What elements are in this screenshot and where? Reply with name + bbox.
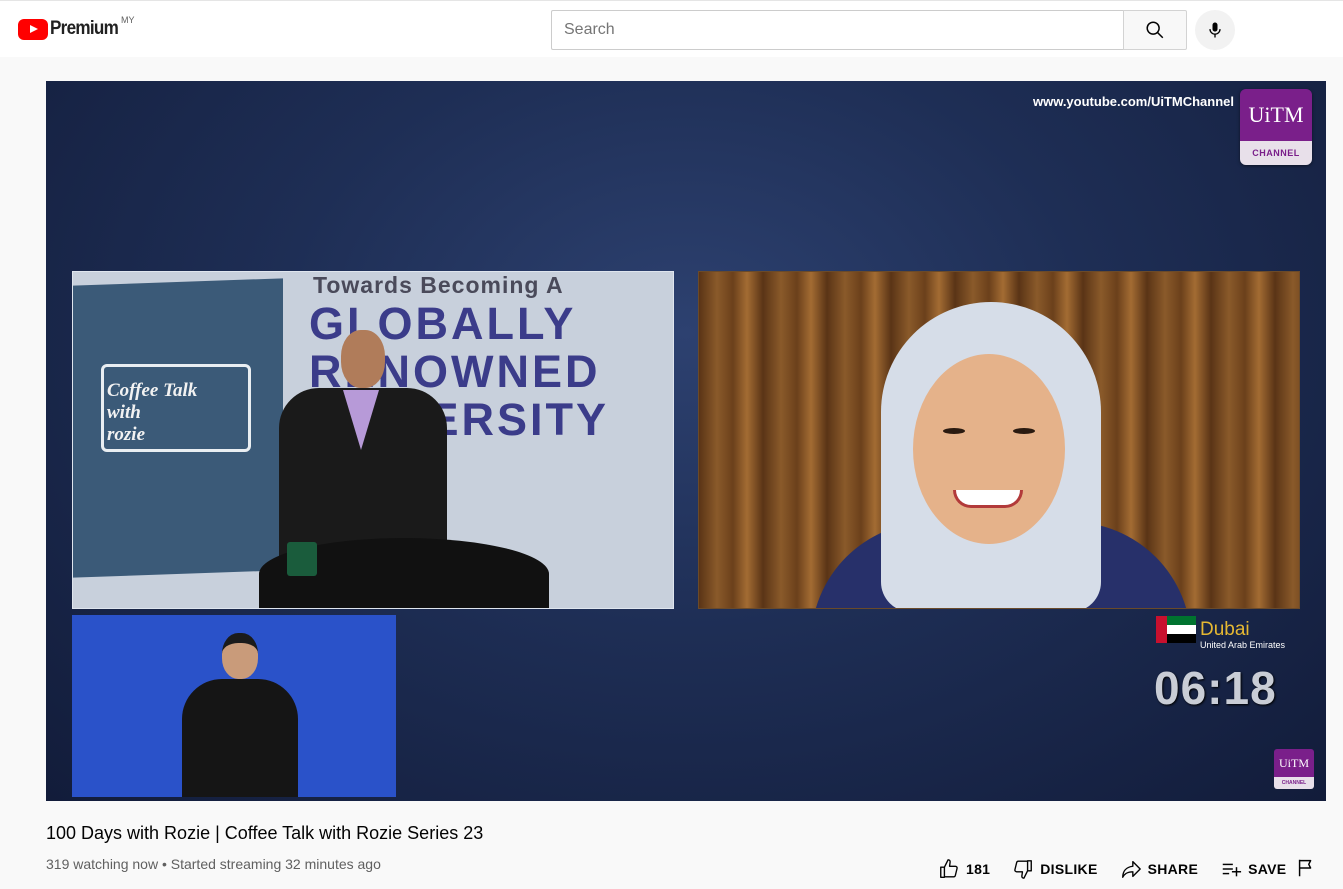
like-count: 181 xyxy=(966,861,991,877)
playlist-add-icon xyxy=(1222,863,1242,877)
youtube-premium-logo[interactable]: Premium xyxy=(18,17,126,41)
search-icon xyxy=(1146,21,1164,39)
guest-face xyxy=(913,354,1065,544)
watermark-text: UiTM xyxy=(1274,749,1314,777)
microphone-icon xyxy=(1209,22,1221,38)
guest-eyes xyxy=(943,428,1035,436)
dislike-label: DISLIKE xyxy=(1040,861,1098,877)
location-country: United Arab Emirates xyxy=(1200,640,1286,650)
interpreter-head xyxy=(222,633,258,679)
uae-flag-icon xyxy=(1156,616,1196,643)
thumbs-up-icon xyxy=(940,859,958,878)
dislike-button[interactable]: DISLIKE xyxy=(1004,853,1105,885)
uitm-watermark-logo: UiTM CHANNEL xyxy=(1274,749,1314,789)
search-button[interactable] xyxy=(1123,10,1187,50)
youtube-play-icon xyxy=(18,18,48,40)
search-input[interactable] xyxy=(552,11,1124,49)
video-player[interactable]: www.youtube.com/UiTMChannel UiTM CHANNEL… xyxy=(46,81,1326,801)
uitm-logo-subtext: CHANNEL xyxy=(1240,141,1312,165)
local-time-clock: 06:18 xyxy=(1154,662,1277,714)
location-city: Dubai xyxy=(1200,619,1250,640)
channel-url-overlay: www.youtube.com/UiTMChannel xyxy=(1032,94,1234,109)
share-icon xyxy=(1121,860,1141,878)
thumbs-down-icon xyxy=(1014,860,1033,879)
uitm-logo-text: UiTM xyxy=(1240,89,1312,141)
guest-smile xyxy=(953,490,1023,508)
masthead: Premium MY xyxy=(0,0,1343,57)
host-head xyxy=(341,330,385,388)
video-title: 100 Days with Rozie | Coffee Talk with R… xyxy=(46,823,484,843)
video-view-info: 319 watching now • Started streaming 32 … xyxy=(46,856,381,872)
sign-language-feed xyxy=(72,615,396,797)
region-code: MY xyxy=(121,15,135,25)
search-box xyxy=(551,10,1124,50)
guest-camera-feed xyxy=(698,271,1300,609)
voice-search-button[interactable] xyxy=(1195,10,1235,50)
watermark-subtext: CHANNEL xyxy=(1274,777,1314,789)
save-label: SAVE xyxy=(1248,861,1287,877)
banner-line-1: Towards Becoming A xyxy=(313,272,564,298)
share-button[interactable]: SHARE xyxy=(1112,853,1207,885)
uitm-channel-logo: UiTM CHANNEL xyxy=(1240,89,1312,165)
share-label: SHARE xyxy=(1147,861,1199,877)
coffee-talk-logo-text: Coffee Talk with rozie xyxy=(107,380,198,445)
studio-camera-feed: Coffee Talk with rozie Towards Becoming … xyxy=(72,271,674,609)
logo-text: Premium xyxy=(50,18,119,39)
save-button[interactable]: SAVE xyxy=(1212,853,1294,885)
coffee-mug xyxy=(287,542,317,576)
report-button[interactable] xyxy=(1295,857,1319,881)
like-button[interactable]: 181 xyxy=(930,853,998,885)
video-actions: 181 DISLIKE SHARE SAVE xyxy=(930,853,1294,885)
interpreter-figure xyxy=(182,679,298,797)
flag-icon xyxy=(1298,859,1312,877)
